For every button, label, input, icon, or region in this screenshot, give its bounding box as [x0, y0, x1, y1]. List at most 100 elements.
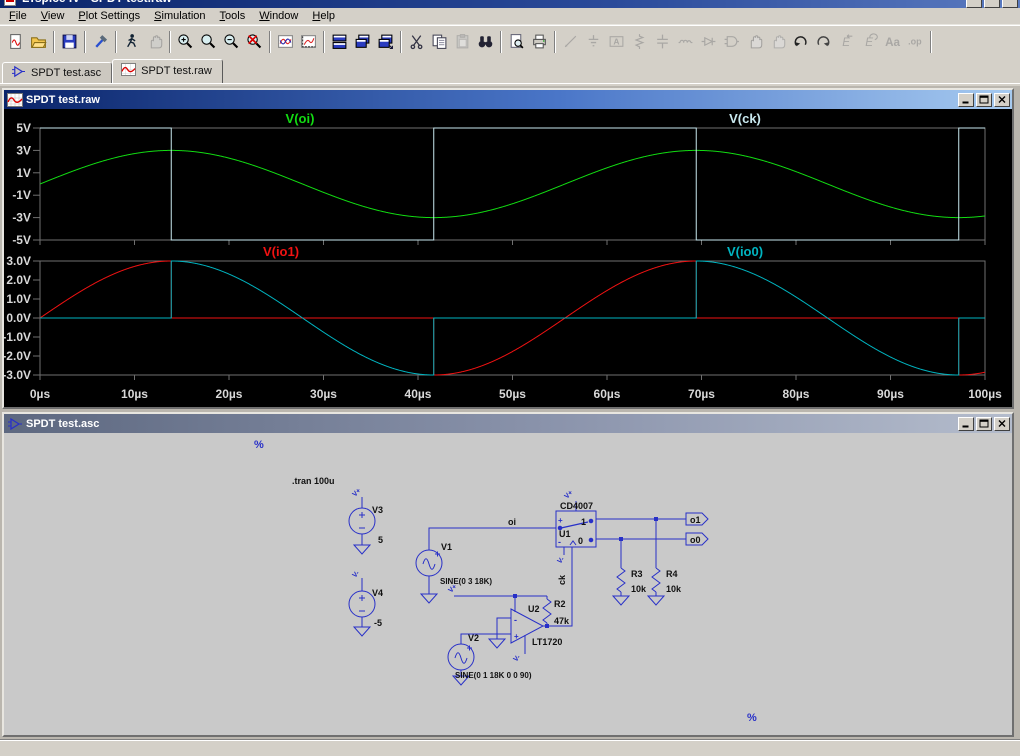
find-icon[interactable]: [474, 30, 497, 54]
waveform-window: SPDT test.raw 5V3V1V-1V-3V-5VV(oi)V(ck)3…: [2, 88, 1014, 409]
resistor-r2[interactable]: [543, 599, 551, 623]
ltspice-application: LTspice IV - SPDT test.raw FileViewPlot …: [0, 0, 1020, 756]
menu-item-simulation[interactable]: Simulation: [147, 9, 212, 23]
schematic-text: 0: [578, 536, 583, 546]
schematic-text: %: [747, 712, 757, 724]
maximize-button[interactable]: [984, 0, 1000, 8]
new-schematic-icon[interactable]: [4, 30, 27, 54]
copy-icon[interactable]: [428, 30, 451, 54]
schematic-text: V2: [468, 633, 479, 643]
menu-item-file[interactable]: File: [2, 9, 34, 23]
menu-item-view[interactable]: View: [34, 9, 72, 23]
schematic-text: 5: [378, 535, 383, 545]
autorange-y-axis-icon[interactable]: [274, 30, 297, 54]
print-preview-icon[interactable]: [505, 30, 528, 54]
tile-windows-icon[interactable]: [328, 30, 351, 54]
y-axis-tick-label: -3.0V: [4, 368, 31, 382]
zoom-out-icon[interactable]: [220, 30, 243, 54]
svg-text:E: E: [842, 36, 850, 49]
toolbar-separator: [554, 31, 556, 53]
cascade-windows-icon[interactable]: [351, 30, 374, 54]
trace-label[interactable]: V(oi): [286, 111, 315, 126]
toolbar-separator: [930, 31, 932, 53]
minimize-button[interactable]: [966, 0, 982, 8]
run-icon[interactable]: [120, 30, 143, 54]
menu-item-plot-settings[interactable]: Plot Settings: [71, 9, 147, 23]
toolbar: AEEAa.op: [0, 25, 1020, 57]
inductor-icon: [674, 30, 697, 54]
schematic-edit-area[interactable]: %.tran 100uV+V35V-V4-5V1SINE(0 3 18K)oiV…: [4, 433, 1012, 735]
new-window-icon[interactable]: [374, 30, 397, 54]
tab-spdt-test-asc[interactable]: SPDT test.asc: [2, 62, 112, 83]
print-icon[interactable]: [528, 30, 551, 54]
toolbar-separator: [84, 31, 86, 53]
schematic-text: V+: [351, 487, 362, 498]
schematic-text: R3: [631, 569, 643, 579]
schematic-minimize-button[interactable]: [958, 417, 974, 431]
cut-icon[interactable]: [405, 30, 428, 54]
schematic-maximize-button[interactable]: [976, 417, 992, 431]
schematic-text: SINE(0 1 18K 0 0 90): [455, 671, 532, 680]
tab-label: SPDT test.raw: [141, 65, 212, 77]
tab-spdt-test-raw[interactable]: SPDT test.raw: [112, 59, 223, 83]
close-button[interactable]: [1002, 0, 1018, 8]
waveform-icon: [7, 93, 23, 107]
plot-settings-icon[interactable]: [297, 30, 320, 54]
schematic-text: V-: [556, 555, 566, 565]
schematic-text: %: [254, 439, 264, 451]
schematic-close-button[interactable]: [994, 417, 1010, 431]
schematic-text: R2: [554, 599, 566, 609]
trace-label[interactable]: V(ck): [729, 111, 761, 126]
toolbar-separator: [323, 31, 325, 53]
waveform-close-button[interactable]: [994, 93, 1010, 107]
trace-label[interactable]: V(io0): [727, 244, 763, 259]
resistor-r4[interactable]: [652, 568, 660, 592]
open-icon[interactable]: [27, 30, 50, 54]
schematic-text: V-: [351, 569, 361, 579]
menu-item-tools[interactable]: Tools: [213, 9, 253, 23]
resistor-icon: [628, 30, 651, 54]
x-axis-tick-label: 40µs: [405, 387, 432, 401]
trace-label[interactable]: V(io1): [263, 244, 299, 259]
menu-item-window[interactable]: Window: [252, 9, 305, 23]
waveform-plot-area[interactable]: 5V3V1V-1V-3V-5VV(oi)V(ck)3.0V2.0V1.0V0.0…: [4, 109, 1012, 407]
x-axis-tick-label: 80µs: [783, 387, 810, 401]
halt-icon: [143, 30, 166, 54]
menubar: FileViewPlot SettingsSimulationToolsWind…: [0, 8, 1020, 25]
control-panel-icon[interactable]: [89, 30, 112, 54]
toolbar-separator: [115, 31, 117, 53]
redo-icon[interactable]: [812, 30, 835, 54]
label-net-icon: A: [605, 30, 628, 54]
waveform-window-titlebar[interactable]: SPDT test.raw: [4, 90, 1012, 109]
x-axis-tick-label: 50µs: [499, 387, 526, 401]
schematic-text: +: [558, 516, 563, 525]
y-axis-tick-label: 5V: [16, 121, 31, 135]
save-icon[interactable]: [58, 30, 81, 54]
wire-icon: [559, 30, 582, 54]
toolbar-separator: [400, 31, 402, 53]
schematic-text: U2: [528, 604, 540, 614]
app-title: LTspice IV - SPDT test.raw: [22, 0, 172, 5]
waveform-maximize-button[interactable]: [976, 93, 992, 107]
y-axis-tick-label: 1V: [16, 166, 31, 180]
schematic-window-titlebar[interactable]: SPDT test.asc: [4, 414, 1012, 433]
zoom-full-extents-icon[interactable]: [197, 30, 220, 54]
schematic-text: -5: [374, 618, 382, 628]
main-titlebar[interactable]: LTspice IV - SPDT test.raw: [0, 0, 1020, 8]
menu-item-help[interactable]: Help: [305, 9, 342, 23]
spice-directive-icon: .op: [904, 30, 927, 54]
schematic-text: V+: [563, 489, 574, 500]
zoom-back-icon[interactable]: [243, 30, 266, 54]
ground-icon: [648, 596, 664, 605]
schematic-text: .tran 100u: [292, 476, 335, 486]
text-icon: Aa: [881, 30, 904, 54]
waveform-minimize-button[interactable]: [958, 93, 974, 107]
schematic-text: 1: [581, 517, 586, 527]
svg-text:A: A: [613, 36, 619, 46]
diode-icon: [697, 30, 720, 54]
undo-icon[interactable]: [789, 30, 812, 54]
y-axis-tick-label: -1.0V: [4, 330, 31, 344]
resistor-r3[interactable]: [617, 568, 625, 592]
trace-vck: [40, 128, 985, 240]
zoom-in-icon[interactable]: [174, 30, 197, 54]
